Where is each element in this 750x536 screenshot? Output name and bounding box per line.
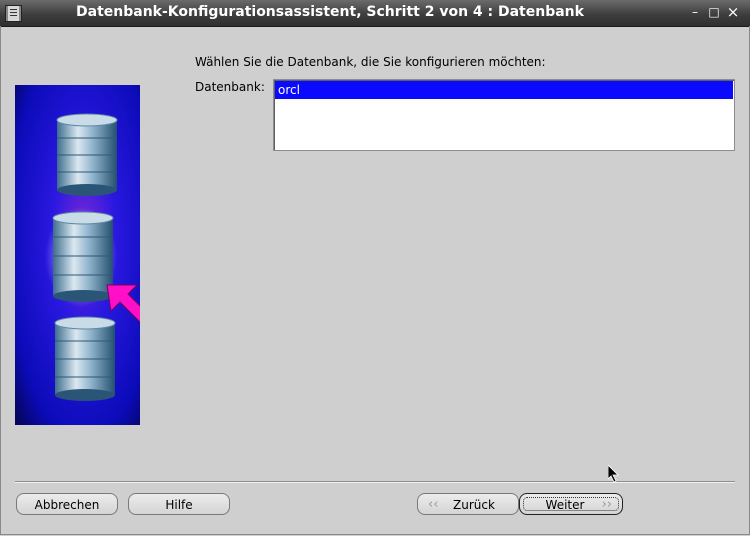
database-cylinder-selected [45,207,117,307]
next-arrow-icon: ›› [601,497,612,512]
back-button-label: Zurück [453,498,495,512]
next-button[interactable]: Weiter ›› [519,493,623,515]
maximize-icon[interactable]: □ [707,5,721,19]
window-titlebar[interactable]: Datenbank-Konfigurationsassistent, Schri… [0,0,750,27]
next-button-label: Weiter [545,498,585,512]
back-arrow-icon: ‹‹ [428,497,439,512]
database-list[interactable]: orcl [273,79,735,151]
database-cylinder-top [56,113,118,196]
minimize-icon[interactable]: – [688,5,702,19]
back-button[interactable]: ‹‹ Zurück [417,493,519,515]
database-cylinder-bottom [54,316,116,401]
app-menu-icon[interactable] [5,5,22,22]
close-icon[interactable]: × [726,5,740,20]
help-button[interactable]: Hilfe [128,493,230,515]
instruction-text: Wählen Sie die Datenbank, die Sie konfig… [195,55,546,69]
cancel-button[interactable]: Abbrechen [16,493,118,515]
database-list-item-orcl[interactable]: orcl [275,81,733,99]
mouse-pointer-icon [608,465,619,483]
database-wizard-illustration [15,85,140,425]
window-title: Datenbank-Konfigurationsassistent, Schri… [76,4,584,20]
database-label: Datenbank: [195,80,265,94]
button-separator [15,481,735,483]
